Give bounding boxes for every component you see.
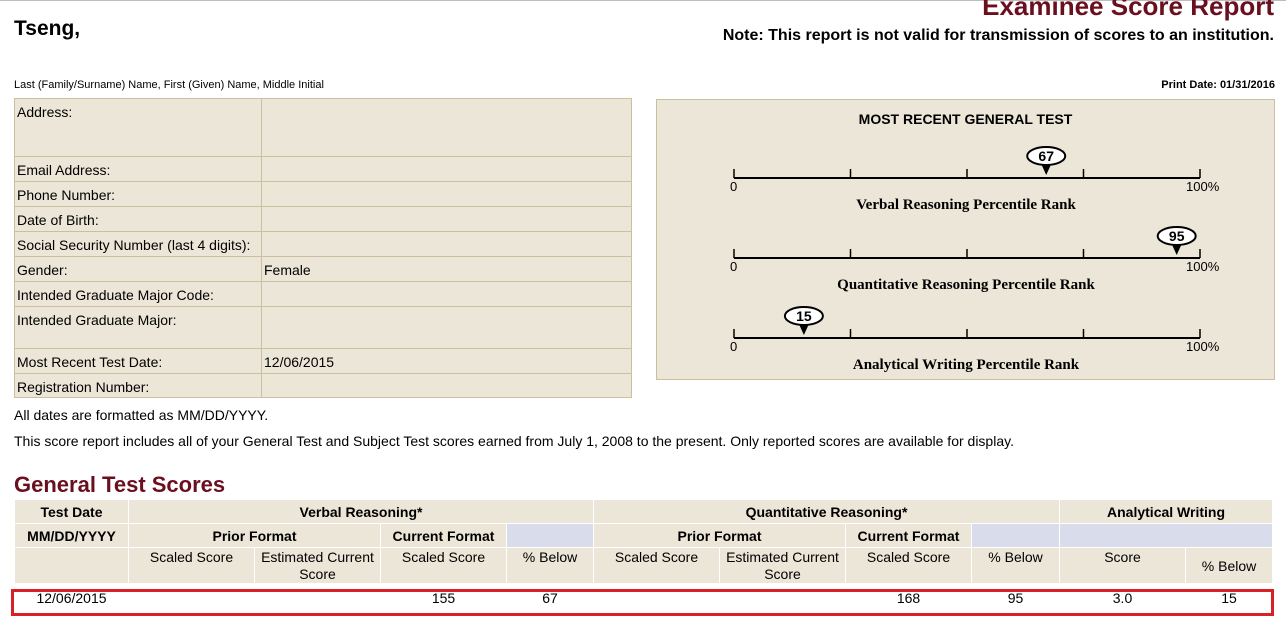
verbal-prior-scaled-header: Scaled Score	[128, 547, 255, 584]
quant-below-header: % Below	[971, 547, 1060, 584]
info-row: Registration Number:	[15, 374, 631, 399]
percentile-marker-value: 95	[1169, 228, 1185, 244]
info-label: Date of Birth:	[17, 212, 99, 228]
info-row: Phone Number:	[15, 182, 631, 207]
info-label: Address:	[17, 104, 73, 120]
date-blank-header	[14, 547, 129, 584]
row-quant-prior-scaled	[593, 583, 720, 613]
info-label: Intended Graduate Major:	[17, 312, 177, 328]
scale-max-label: 100%	[1186, 339, 1220, 354]
scale-min-label: 0	[730, 259, 737, 274]
scope-note: This score report includes all of your G…	[14, 433, 1014, 449]
quant-prior-estimated-header: Estimated Current Score	[719, 547, 846, 584]
percentile-marker-pointer	[798, 324, 809, 335]
verbal-blank-header	[506, 523, 594, 548]
scale-name: Quantitative Reasoning Percentile Rank	[837, 277, 1095, 293]
percentile-marker-pointer	[1041, 164, 1052, 175]
writing-header: Analytical Writing	[1058, 499, 1274, 524]
scale-min-label: 0	[730, 179, 737, 194]
info-row: Address:	[15, 99, 631, 157]
percentile-marker-value: 15	[796, 308, 812, 324]
date-format-header: MM/DD/YYYY	[14, 523, 129, 548]
name-caption: Last (Family/Surname) Name, First (Given…	[14, 79, 324, 91]
info-row: Gender: Female	[15, 257, 631, 282]
quant-prior-format-header: Prior Format	[593, 523, 846, 548]
verbal-below-header: % Below	[506, 547, 594, 584]
verbal-prior-estimated-header: Estimated Current Score	[254, 547, 381, 584]
info-row: Intended Graduate Major Code:	[15, 282, 631, 307]
percentile-panel: MOST RECENT GENERAL TEST 0 100% Verbal Rea…	[656, 99, 1275, 380]
info-row: Social Security Number (last 4 digits):	[15, 232, 631, 257]
writing-blank-header	[1058, 523, 1274, 548]
test-date-header: Test Date	[14, 499, 129, 524]
header-row-2: MM/DD/YYYY Prior Format Current Format P…	[14, 523, 1274, 548]
verbal-scaled-header: Scaled Score	[380, 547, 507, 584]
section-title: General Test Scores	[14, 472, 226, 497]
report-note: Note: This report is not valid for trans…	[722, 27, 1274, 44]
info-row: Most Recent Test Date: 12/06/2015	[15, 349, 631, 374]
writing-score-header: Score	[1059, 547, 1186, 584]
info-value: 12/06/2015	[264, 354, 335, 370]
report-title: Examinee Score Report	[982, 0, 1274, 21]
scale-name: Analytical Writing Percentile Rank	[853, 357, 1080, 373]
examinee-name: Tseng,	[14, 17, 81, 40]
quant-scaled-header: Scaled Score	[845, 547, 972, 584]
row-test-date: 12/06/2015	[14, 583, 129, 613]
scale-max-label: 100%	[1186, 179, 1220, 194]
percentile-marker-value: 67	[1038, 148, 1054, 164]
header-row-3: Scaled Score Estimated Current Score Sca…	[14, 547, 1274, 584]
row-verbal-prior-scaled	[128, 583, 255, 613]
info-label: Most Recent Test Date:	[17, 354, 163, 370]
info-row: Email Address:	[15, 157, 631, 182]
scale-max-label: 100%	[1186, 259, 1220, 274]
row-quant-prior-estimated	[719, 583, 846, 613]
row-writing-below: 15	[1184, 583, 1274, 613]
quant-prior-scaled-header: Scaled Score	[593, 547, 720, 584]
scale-min-label: 0	[730, 339, 737, 354]
row-verbal-scaled: 155	[380, 583, 507, 613]
scale-name: Verbal Reasoning Percentile Rank	[856, 197, 1076, 213]
info-label: Registration Number:	[17, 379, 150, 395]
verbal-current-format-header: Current Format	[380, 523, 507, 548]
percentile-marker-pointer	[1171, 244, 1182, 255]
info-label: Phone Number:	[17, 187, 116, 203]
info-row: Intended Graduate Major:	[15, 307, 631, 349]
general-test-scores-table: Test Date Verbal Reasoning* Quantitative…	[14, 499, 1274, 613]
info-label: Email Address:	[17, 162, 111, 178]
row-verbal-below: 67	[506, 583, 594, 613]
quant-blank-header	[971, 523, 1060, 548]
row-quant-scaled: 168	[845, 583, 972, 613]
header-row-1: Test Date Verbal Reasoning* Quantitative…	[14, 499, 1274, 524]
row-writing-score: 3.0	[1059, 583, 1186, 613]
quant-current-format-header: Current Format	[845, 523, 972, 548]
verbal-prior-format-header: Prior Format	[128, 523, 381, 548]
row-verbal-prior-estimated	[254, 583, 381, 613]
verbal-header: Verbal Reasoning*	[128, 499, 594, 524]
percentile-scales: 0 100% Verbal Reasoning Percentile Rank 67 0…	[730, 146, 1220, 373]
info-label: Gender:	[17, 262, 68, 278]
quant-header: Quantitative Reasoning*	[593, 499, 1060, 524]
print-date: Print Date: 01/31/2016	[1161, 79, 1275, 91]
info-value: Female	[264, 262, 311, 278]
info-row: Date of Birth:	[15, 207, 631, 232]
row-quant-below: 95	[971, 583, 1060, 613]
table-row: 12/06/2015 155 67 168 95 3.0 15	[14, 583, 1274, 613]
info-label: Intended Graduate Major Code:	[17, 287, 214, 303]
dates-note: All dates are formatted as MM/DD/YYYY.	[14, 407, 269, 423]
personal-info-table: Address: Email Address: Phone Number: Date …	[14, 98, 632, 398]
info-label: Social Security Number (last 4 digits):	[17, 237, 251, 253]
writing-below-header: % Below	[1184, 547, 1274, 584]
